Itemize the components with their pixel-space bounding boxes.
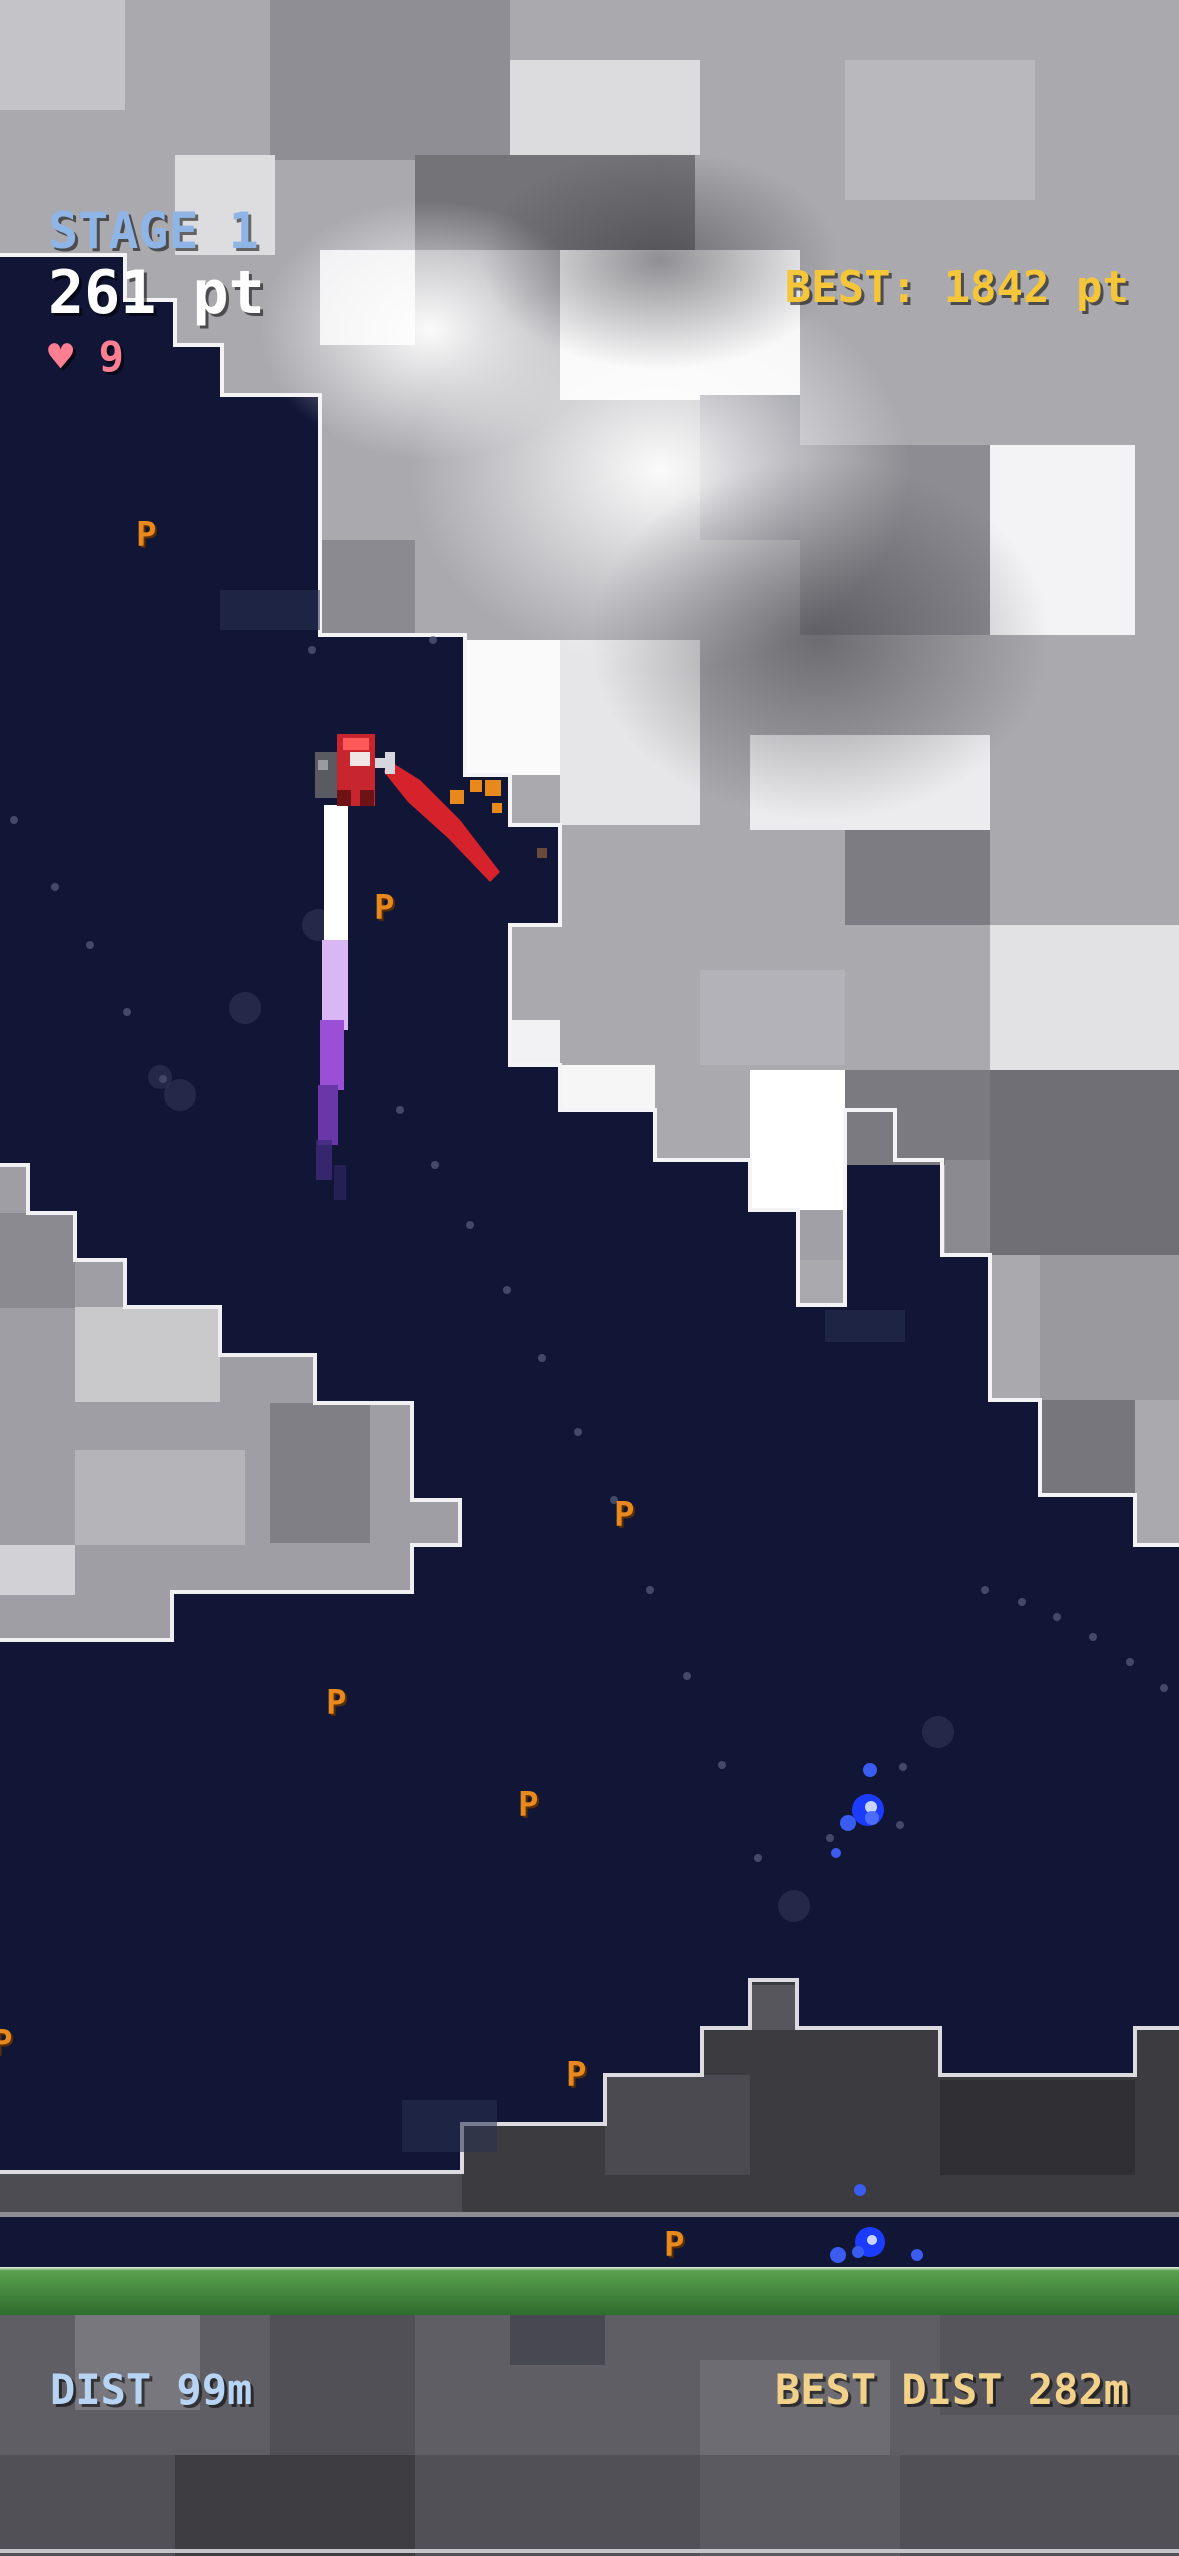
point-pickup: P <box>614 1495 635 1535</box>
point-pickup: P <box>566 2055 587 2095</box>
point-pickup: P <box>518 1785 539 1825</box>
stage-label: STAGE 1 <box>48 202 259 260</box>
lives-value: ♥ 9 <box>48 332 124 381</box>
game-canvas[interactable]: P P P P P P P P STAGE 1 261 pt ♥ 9 BEST: 1842 p… <box>0 0 1179 2556</box>
player-character <box>315 734 395 806</box>
ground-terrain <box>0 1978 1179 2556</box>
lives-counter: ♥ 9 <box>48 332 124 381</box>
point-pickup: P <box>136 515 157 555</box>
point-pickup: P <box>0 2023 13 2063</box>
cloud-left-ledge <box>0 1163 462 1642</box>
player-scarf <box>384 760 500 882</box>
score-value: 261 pt <box>48 258 265 328</box>
blue-wisp-enemy <box>831 1763 884 1858</box>
point-pickup: P <box>664 2225 685 2265</box>
point-pickup: P <box>326 1683 347 1723</box>
jetpack-trail <box>316 805 348 1200</box>
distance-value: DIST 99m <box>50 2365 253 2414</box>
best-score: BEST: 1842 pt <box>784 262 1129 313</box>
point-pickup: P <box>374 888 395 928</box>
game-world <box>0 0 1179 2556</box>
best-distance: BEST DIST 282m <box>774 2365 1129 2414</box>
